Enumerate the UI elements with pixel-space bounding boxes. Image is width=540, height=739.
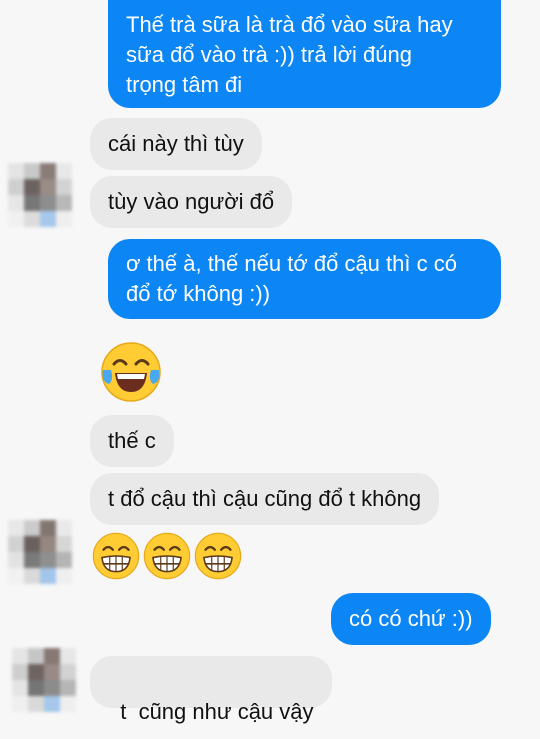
contact-avatar[interactable]: [8, 520, 72, 584]
grinning-emoji-icon: [194, 532, 242, 580]
grinning-emoji-icon: [92, 532, 140, 580]
message-line: trọng tâm đi: [126, 72, 243, 97]
incoming-message-bubble[interactable]: t đổ cậu thì cậu cũng đổ t không: [90, 473, 440, 525]
message-line: đổ tớ không :)): [126, 281, 271, 306]
incoming-message-bubble[interactable]: t cũng như cậu vậy: [90, 656, 332, 724]
message-line: sữa đổ vào trà :)) trả lời đúng: [126, 42, 412, 67]
message-text: cái này thì tùy: [108, 131, 244, 156]
message-text: có có chứ :)): [349, 606, 473, 631]
outgoing-message-bubble[interactable]: ơ thế à, thế nếu tớ đổ cậu thì c có đổ t…: [108, 239, 501, 319]
message-text: t cũng như cậu vậy: [120, 699, 314, 724]
outgoing-message-bubble[interactable]: Thế trà sữa là trà đổ vào sữa hay sữa đổ…: [108, 0, 501, 108]
contact-avatar[interactable]: [12, 648, 76, 712]
outgoing-message-bubble[interactable]: có có chứ :)): [331, 593, 491, 645]
incoming-message-bubble[interactable]: thế c: [90, 415, 174, 467]
message-text: tùy vào người đổ: [108, 189, 275, 214]
message-text: t đổ cậu thì cậu cũng đổ t không: [108, 486, 422, 511]
message-line: ơ thế à, thế nếu tớ đổ cậu thì c có: [126, 251, 457, 276]
incoming-message-bubble[interactable]: cái này thì tùy: [90, 118, 262, 170]
incoming-message-bubble[interactable]: tùy vào người đổ: [90, 176, 293, 228]
tears-of-joy-emoji-icon: [101, 342, 161, 402]
message-text: thế c: [108, 428, 156, 453]
grinning-emoji-icon: [143, 532, 191, 580]
contact-avatar[interactable]: [8, 163, 72, 227]
message-line: Thế trà sữa là trà đổ vào sữa hay: [126, 12, 453, 37]
